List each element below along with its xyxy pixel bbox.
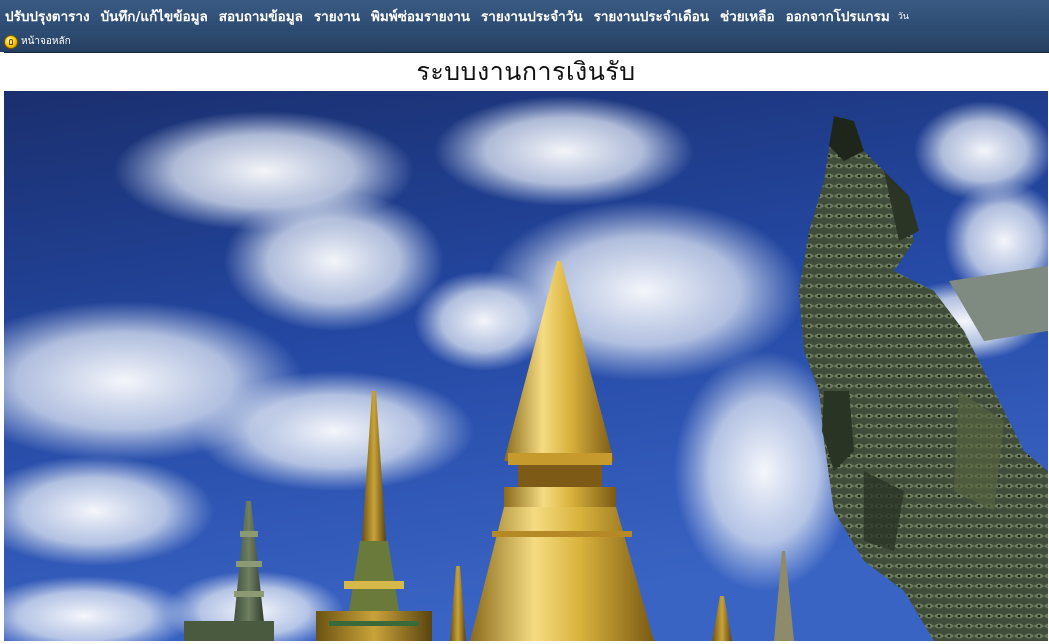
menu-item-exit-program[interactable]: ออกจากโปรแกรม	[781, 5, 896, 27]
home-button[interactable]: หน้าจอหลัก	[4, 34, 71, 49]
home-icon	[4, 34, 18, 49]
toolbar: หน้าจอหลัก	[0, 31, 1049, 53]
menu-item-monthly-reports[interactable]: รายงานประจำเดือน	[589, 5, 715, 27]
title-band: ระบบงานการเงินรับ	[4, 53, 1048, 91]
menu-item-help[interactable]: ช่วยเหลือ	[715, 5, 781, 27]
menu-item-query-data[interactable]: สอบถามข้อมูล	[214, 5, 309, 27]
hero-image	[4, 91, 1048, 641]
menu-item-update-tables[interactable]: ปรับปรุงตาราง	[0, 5, 96, 27]
temple-photo	[4, 91, 1048, 641]
menu-item-overflow[interactable]: วัน	[896, 9, 909, 23]
menu-item-reprint-reports[interactable]: พิมพ์ซ่อมรายงาน	[366, 5, 476, 27]
page-title: ระบบงานการเงินรับ	[416, 57, 636, 86]
home-button-label: หน้าจอหลัก	[21, 36, 71, 47]
menu-item-record-edit-data[interactable]: บันทึก/แก้ไขข้อมูล	[96, 5, 214, 27]
menu-item-reports[interactable]: รายงาน	[309, 5, 366, 27]
menu-item-daily-reports[interactable]: รายงานประจำวัน	[476, 5, 589, 27]
menu-bar: ปรับปรุงตาราง บันทึก/แก้ไขข้อมูล สอบถามข…	[0, 0, 1049, 32]
